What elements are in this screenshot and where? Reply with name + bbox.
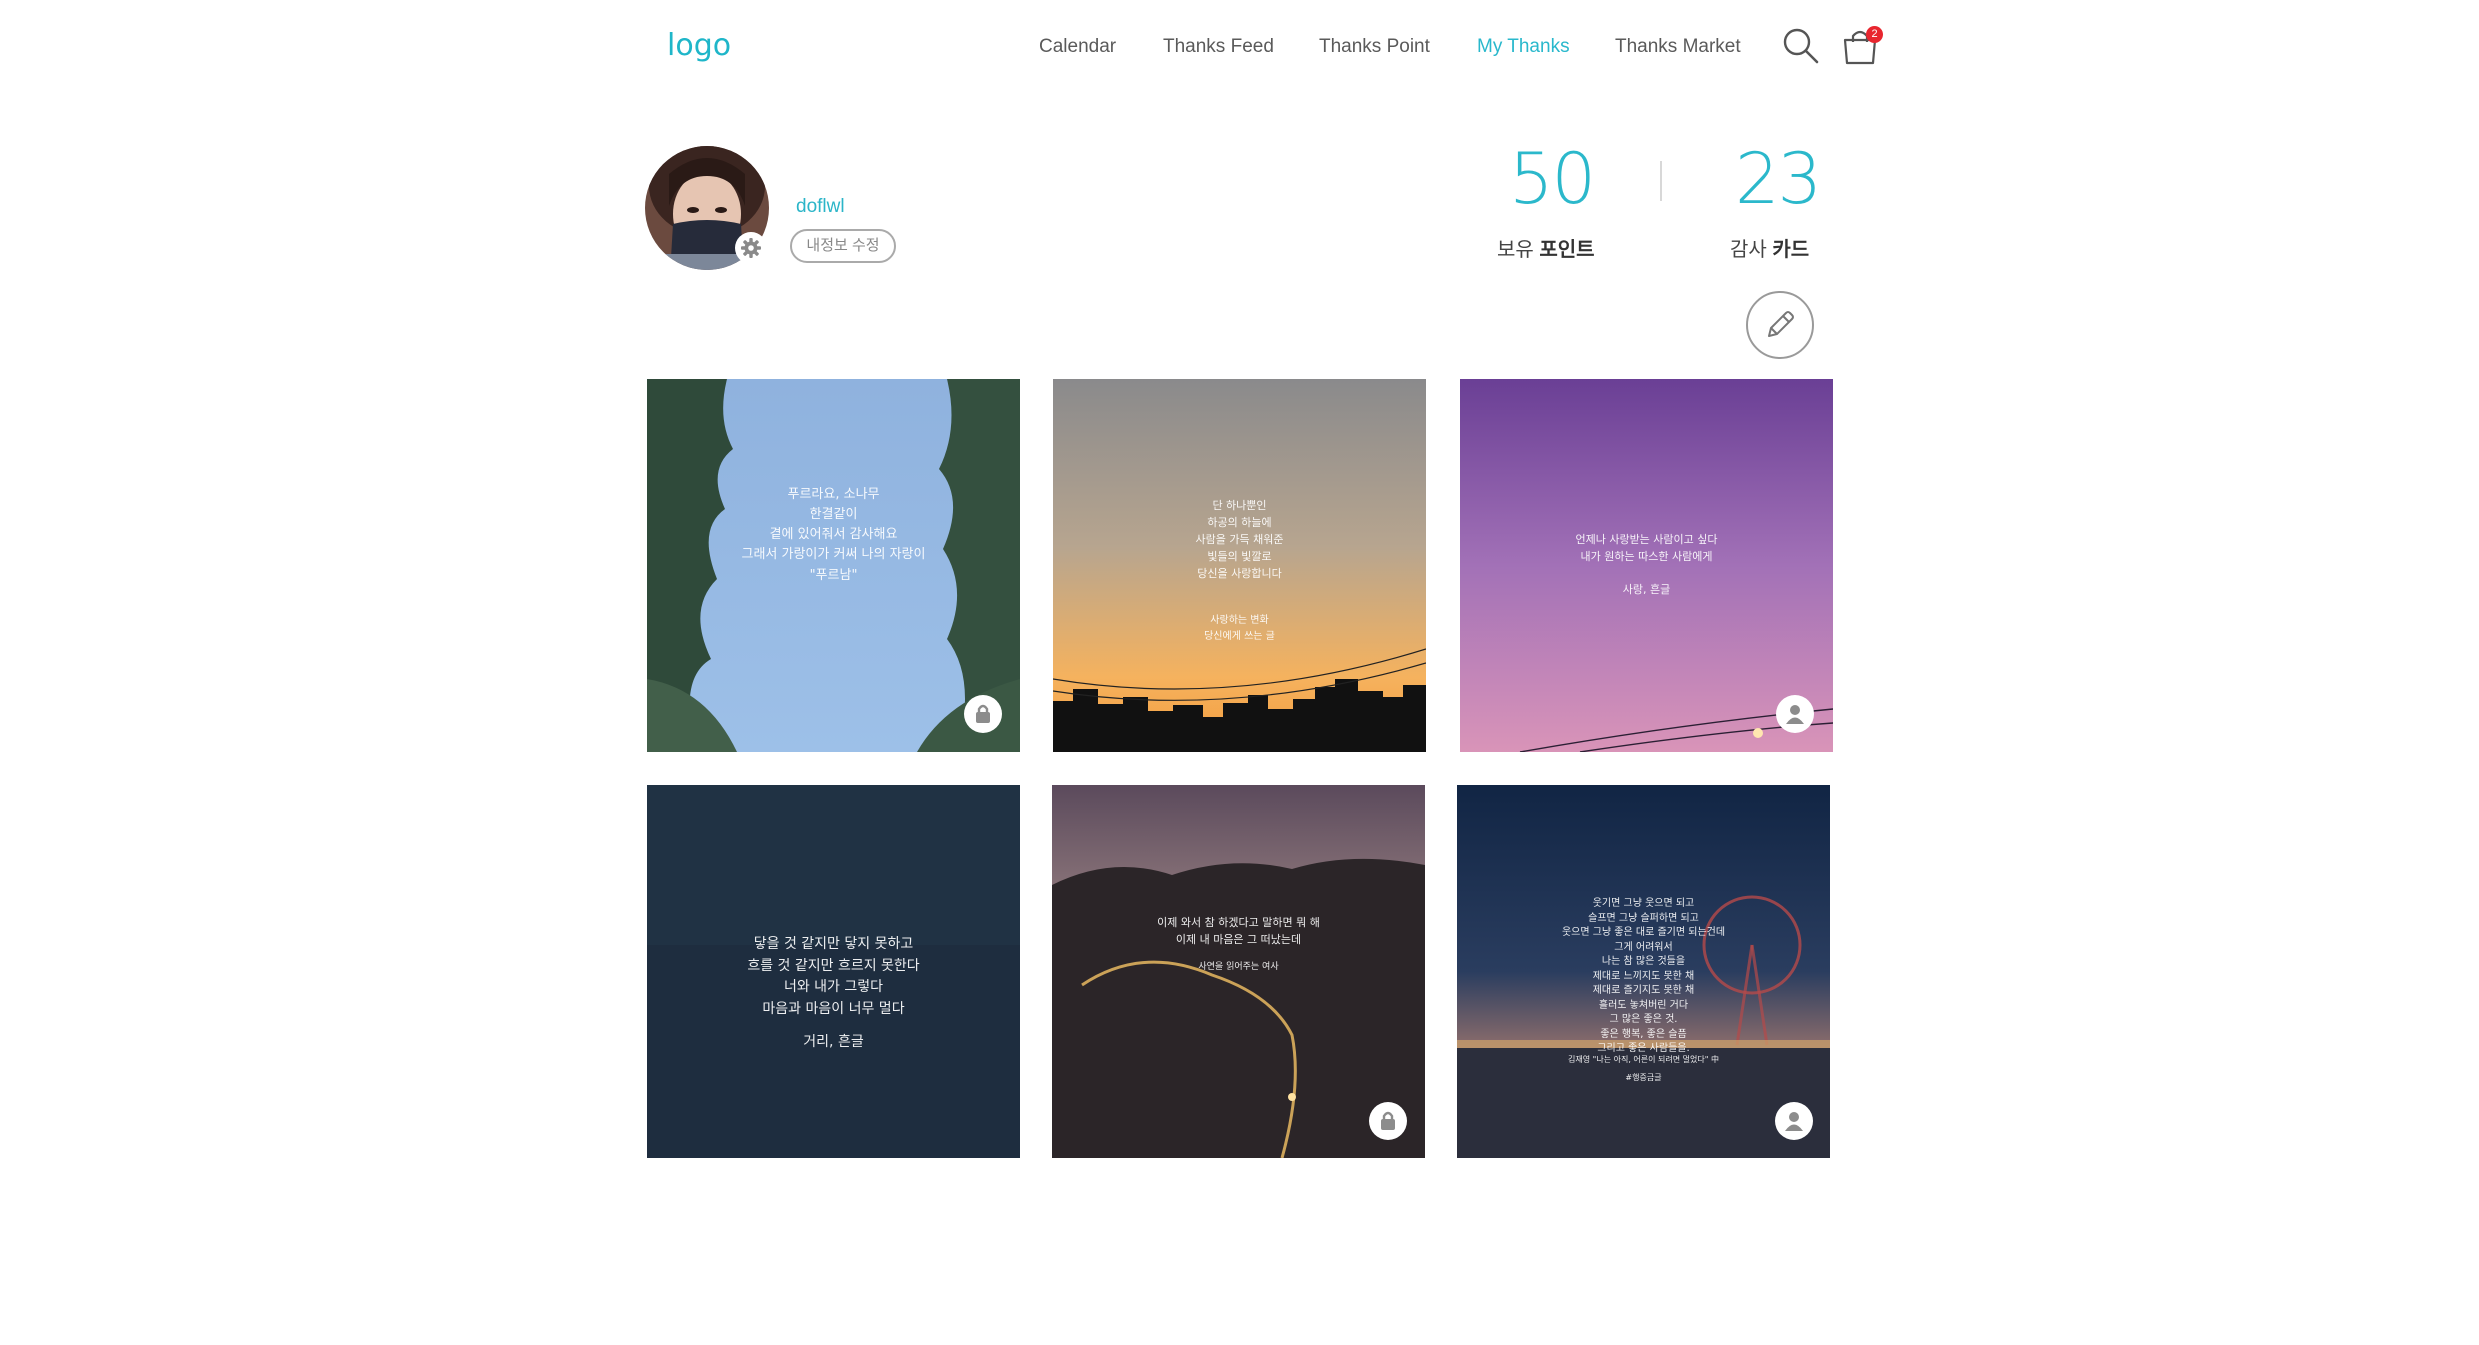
nav-calendar[interactable]: Calendar: [1039, 36, 1116, 58]
card-signature: 사연을 읽어주는 여사: [1198, 962, 1279, 972]
cart-badge: 2: [1866, 26, 1883, 43]
card-signature: 김재영 "나는 아직, 어른이 되려면 멀었다" 中 #행증금글: [1568, 1055, 1719, 1082]
nav-thanks-point[interactable]: Thanks Point: [1319, 36, 1430, 58]
nav-thanks-market[interactable]: Thanks Market: [1615, 36, 1741, 58]
nav-my-thanks[interactable]: My Thanks: [1477, 36, 1570, 58]
card-signature: 사랑하는 변화 당신에게 쓰는 글: [1204, 615, 1275, 642]
lock-icon: [1369, 1102, 1407, 1140]
username: doflwl: [796, 196, 845, 217]
thanks-card[interactable]: 웃기면 그냥 웃으면 되고 슬프면 그냥 슬퍼하면 되고 웃으면 그냥 좋은 대…: [1457, 785, 1830, 1158]
card-signature: 사랑, 흔글: [1622, 583, 1671, 596]
card-message: 웃기면 그냥 웃으면 되고 슬프면 그냥 슬퍼하면 되고 웃으면 그냥 좋은 대…: [1561, 898, 1726, 1054]
card-message: 닿을 것 같지만 닿지 못하고 흐를 것 같지만 흐르지 못한다 너와 내가 그…: [747, 936, 920, 1018]
card-message: 이제 와서 참 하겠다고 말하면 뭐 해 이제 내 마음은 그 떠났는데: [1157, 916, 1320, 947]
thanks-card[interactable]: 단 하나뿐인 하공의 하늘에 사람을 가득 채워준 빛들의 빛깔로 당신을 사랑…: [1053, 379, 1426, 752]
points-value: 50: [1509, 138, 1596, 220]
cards-label: 감사 카드: [1730, 239, 1810, 261]
pencil-icon: [1768, 311, 1794, 337]
card-message: 단 하나뿐인 하공의 하늘에 사람을 가득 채워준 빛들의 빛깔로 당신을 사랑…: [1195, 499, 1284, 581]
lock-icon: [964, 695, 1002, 733]
thanks-card[interactable]: 닿을 것 같지만 닿지 못하고 흐를 것 같지만 흐르지 못한다 너와 내가 그…: [647, 785, 1020, 1158]
search-icon[interactable]: [1781, 26, 1821, 66]
user-icon: [1776, 695, 1814, 733]
card-message: 언제나 사랑받는 사람이고 싶다 내가 원하는 따스한 사람에게: [1575, 533, 1718, 564]
settings-gear-icon[interactable]: [735, 232, 767, 264]
points-label: 보유 포인트: [1497, 239, 1595, 261]
edit-profile-button[interactable]: 내정보 수정: [790, 229, 896, 263]
write-card-button[interactable]: [1746, 291, 1814, 359]
user-icon: [1775, 1102, 1813, 1140]
nav-thanks-feed[interactable]: Thanks Feed: [1163, 36, 1274, 58]
card-signature: 거리, 흔글: [803, 1034, 864, 1050]
cart-icon[interactable]: 2: [1840, 26, 1883, 66]
logo[interactable]: logo: [667, 28, 731, 63]
thanks-card[interactable]: 이제 와서 참 하겠다고 말하면 뭐 해 이제 내 마음은 그 떠났는데 사연을…: [1052, 785, 1425, 1158]
thanks-card[interactable]: 푸르라요, 소나무 한결같이 곁에 있어줘서 감사해요 그래서 가랑이가 커써 …: [647, 379, 1020, 752]
thanks-card[interactable]: 언제나 사랑받는 사람이고 싶다 내가 원하는 따스한 사람에게 사랑, 흔글: [1460, 379, 1833, 752]
stats-divider: [1660, 161, 1662, 201]
card-message: 푸르라요, 소나무 한결같이 곁에 있어줘서 감사해요 그래서 가랑이가 커써 …: [741, 487, 926, 583]
cards-value: 23: [1735, 138, 1822, 220]
